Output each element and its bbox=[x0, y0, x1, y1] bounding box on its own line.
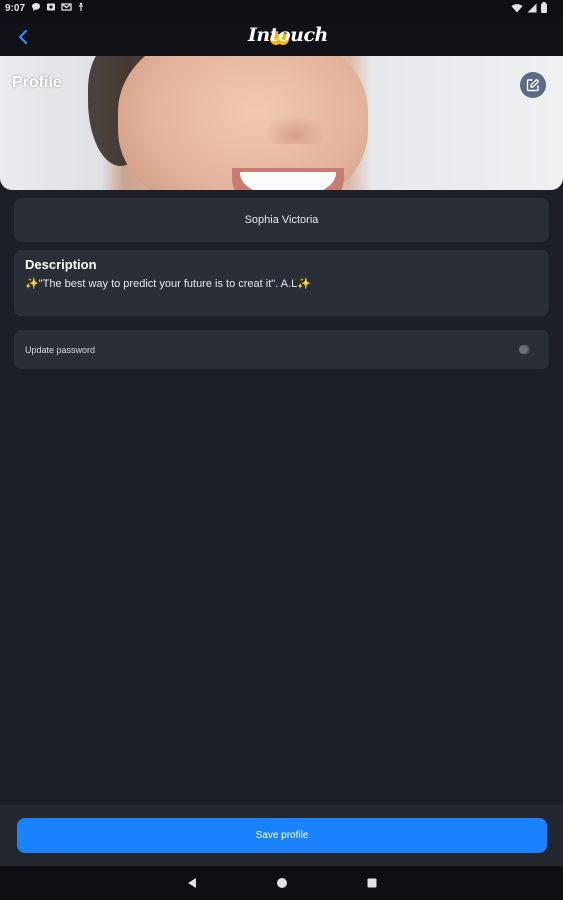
update-password-toggle[interactable] bbox=[519, 345, 530, 354]
square-recents-icon bbox=[367, 878, 377, 888]
app-bar: Intouch bbox=[0, 18, 563, 56]
wifi-icon bbox=[511, 3, 523, 12]
circle-home-icon bbox=[277, 878, 287, 888]
battery-icon bbox=[541, 2, 547, 13]
profile-name-field[interactable]: Sophia Victoria bbox=[14, 198, 549, 242]
profile-name: Sophia Victoria bbox=[244, 214, 319, 226]
triangle-back-icon bbox=[188, 878, 196, 888]
back-button[interactable] bbox=[10, 24, 36, 50]
nav-back-button[interactable] bbox=[185, 876, 199, 890]
app-logo: Intouch bbox=[246, 23, 328, 49]
chevron-left-icon bbox=[18, 29, 28, 45]
status-time: 9:07 bbox=[5, 3, 26, 14]
cover-photo-nose bbox=[265, 114, 325, 144]
profile-cover-image: Profile bbox=[0, 56, 563, 190]
accessibility-icon bbox=[79, 2, 83, 11]
update-password-label: Update password bbox=[25, 344, 96, 355]
page-title: Profile bbox=[12, 74, 62, 91]
signal-icon bbox=[527, 3, 537, 12]
media-icon bbox=[47, 3, 55, 11]
logo-text: Intouch bbox=[248, 24, 328, 46]
notification-icons bbox=[31, 2, 85, 12]
system-icons bbox=[511, 2, 547, 13]
nav-recents-button[interactable] bbox=[365, 876, 379, 890]
nav-home-button[interactable] bbox=[275, 876, 289, 890]
system-navigation-bar bbox=[0, 866, 563, 900]
description-heading: Description bbox=[25, 257, 97, 272]
edit-cover-button[interactable] bbox=[520, 72, 546, 98]
edit-icon bbox=[526, 78, 540, 92]
cover-photo-smile bbox=[240, 172, 336, 190]
chat-icon bbox=[32, 3, 40, 11]
update-password-row[interactable]: Update password bbox=[14, 330, 549, 369]
description-text: ✨"The best way to predict your future is… bbox=[25, 278, 311, 290]
toggle-knob bbox=[519, 345, 528, 354]
description-card[interactable]: Description ✨"The best way to predict yo… bbox=[14, 250, 549, 316]
bottom-action-bar: Save profile bbox=[0, 805, 563, 866]
gmail-icon bbox=[61, 3, 72, 11]
status-bar: 9:07 bbox=[0, 0, 563, 18]
save-profile-button[interactable]: Save profile bbox=[17, 818, 547, 853]
